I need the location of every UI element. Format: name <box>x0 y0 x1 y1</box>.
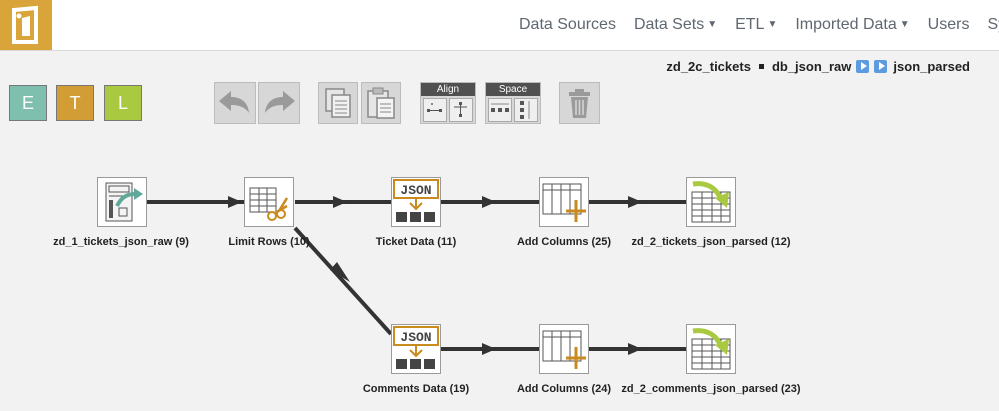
redo-icon <box>265 91 295 113</box>
node-label: zd_2_tickets_json_parsed (12) <box>631 236 791 248</box>
nav-imported-data[interactable]: Imported Data ▼ <box>795 16 909 34</box>
transform-button[interactable]: T <box>56 85 94 121</box>
redo-button[interactable] <box>258 82 300 124</box>
app-logo[interactable] <box>0 0 52 50</box>
nav-users[interactable]: Users <box>928 16 970 34</box>
svg-text:JSON: JSON <box>400 183 431 198</box>
play-icon <box>874 59 888 73</box>
space-label: Space <box>486 83 540 96</box>
node-label: zd_2_comments_json_parsed (23) <box>621 383 801 395</box>
node-label: Limit Rows (10) <box>228 236 310 248</box>
svg-text:JSON: JSON <box>400 330 431 345</box>
space-horizontal-icon <box>491 103 509 112</box>
chevron-down-icon: ▼ <box>767 19 778 30</box>
flow-node-limit-rows[interactable] <box>244 177 294 227</box>
load-label: L <box>117 92 128 113</box>
space-group: Space <box>485 82 541 124</box>
add-column-icon <box>542 330 586 369</box>
node-label: Add Columns (24) <box>516 383 612 395</box>
node-label: Add Columns (25) <box>516 236 612 248</box>
chevron-down-icon: ▼ <box>707 19 718 30</box>
flow-node-add-columns[interactable] <box>539 177 589 227</box>
breadcrumb: zd_2c_tickets db_json_raw json_parsed <box>666 57 970 75</box>
paste-button[interactable] <box>361 82 401 124</box>
space-horizontal-button[interactable] <box>488 98 512 122</box>
flow-node-ticket-data[interactable]: JSON <box>391 177 441 227</box>
node-label: Comments Data (19) <box>362 383 470 395</box>
breadcrumb-project[interactable]: zd_2c_tickets <box>666 59 751 74</box>
undo-button[interactable] <box>214 82 256 124</box>
breadcrumb-source[interactable]: db_json_raw <box>772 59 851 74</box>
add-column-icon <box>542 183 586 222</box>
align-label: Align <box>421 83 475 96</box>
paste-icon <box>367 87 395 119</box>
nav-system[interactable]: System <box>987 16 999 34</box>
nav-etl[interactable]: ETL ▼ <box>735 16 777 34</box>
json-icon: JSON <box>393 179 439 222</box>
align-horizontal-button[interactable] <box>423 98 447 122</box>
top-navigation-bar: Data Sources Data Sets ▼ ETL ▼ Imported Da… <box>0 0 999 51</box>
transform-label: T <box>69 92 81 113</box>
undo-icon <box>219 91 249 113</box>
copy-button[interactable] <box>318 82 358 124</box>
align-horizontal-icon <box>427 103 442 112</box>
json-icon: JSON <box>393 326 439 369</box>
flow-node-comments-data[interactable]: JSON <box>391 324 441 374</box>
scissors-table-icon <box>249 187 289 221</box>
main-nav: Data Sources Data Sets ▼ ETL ▼ Imported Da… <box>519 0 999 50</box>
space-vertical-button[interactable] <box>514 98 538 122</box>
delete-button[interactable] <box>559 82 600 124</box>
nav-data-sets[interactable]: Data Sets ▼ <box>634 16 717 34</box>
extract-label: E <box>21 92 34 113</box>
node-label: zd_1_tickets_json_raw (9) <box>53 236 189 248</box>
flow-node-source[interactable] <box>97 177 147 227</box>
chevron-down-icon: ▼ <box>899 19 910 30</box>
database-source-icon <box>105 182 143 222</box>
play-icon <box>856 59 870 73</box>
node-label: Ticket Data (11) <box>375 236 457 248</box>
align-group: Align <box>420 82 476 124</box>
align-vertical-icon <box>454 102 467 117</box>
separator-square-icon <box>758 63 764 69</box>
flow-node-comments-target[interactable] <box>686 324 736 374</box>
load-button[interactable]: L <box>104 85 142 121</box>
flow-node-tickets-target[interactable] <box>686 177 736 227</box>
copy-icon <box>325 88 351 118</box>
table-target-icon <box>691 181 731 223</box>
table-target-icon <box>691 328 731 370</box>
trash-icon <box>569 89 590 118</box>
breadcrumb-target[interactable]: json_parsed <box>893 59 970 74</box>
nav-data-sources[interactable]: Data Sources <box>519 16 616 34</box>
flow-node-add-columns[interactable] <box>539 324 589 374</box>
align-vertical-button[interactable] <box>449 98 473 122</box>
space-vertical-icon <box>520 101 530 119</box>
extract-button[interactable]: E <box>9 85 47 121</box>
